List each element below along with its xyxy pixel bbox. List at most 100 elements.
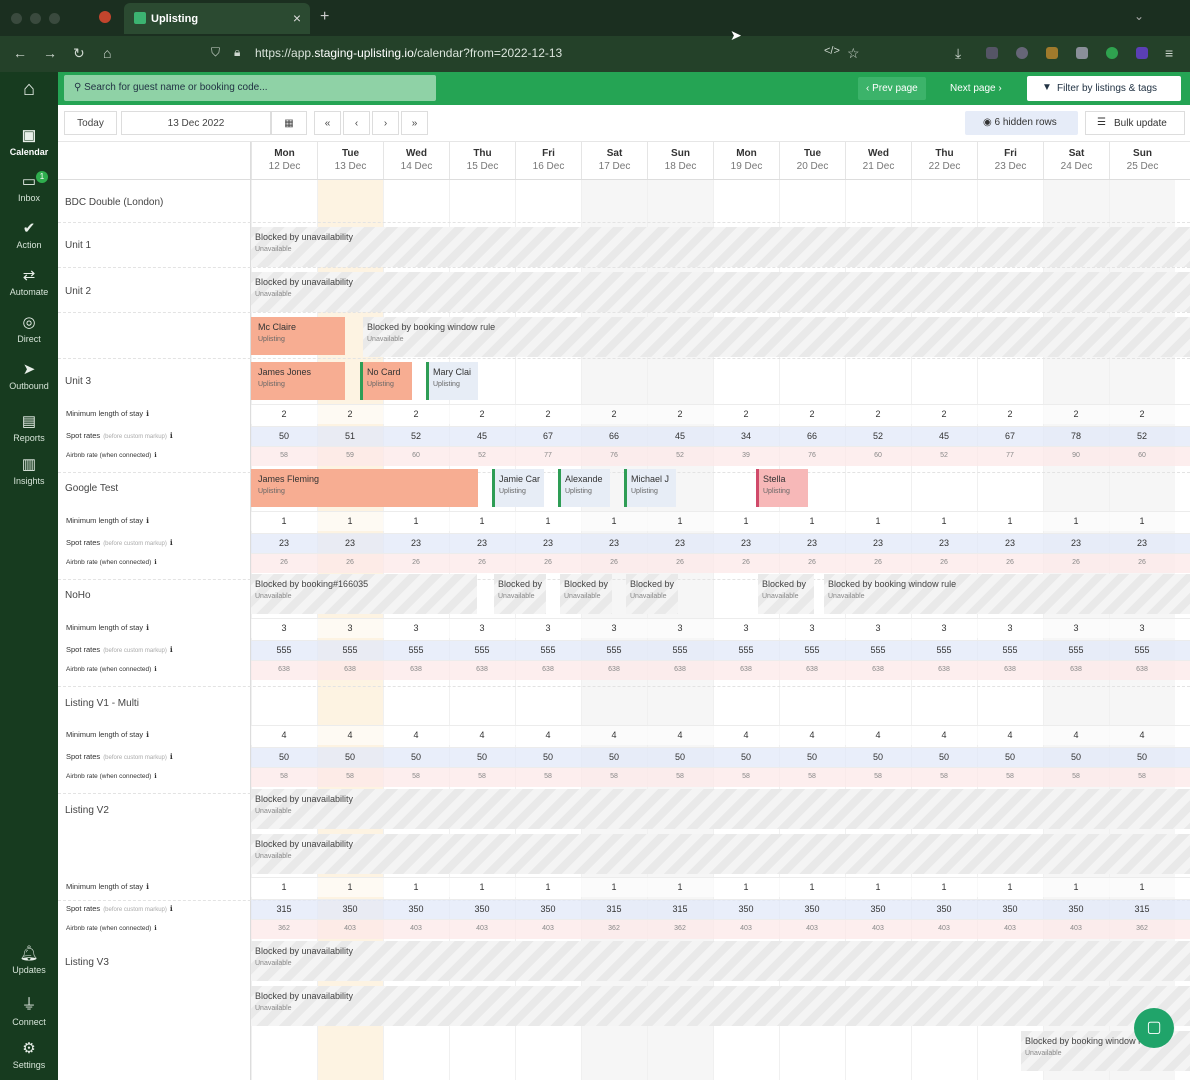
sidebar-item-calendar[interactable]: ▣ Calendar bbox=[0, 126, 58, 157]
spot-rate-cell[interactable]: 555 bbox=[581, 645, 647, 655]
uplisting-logo[interactable]: ⌂ bbox=[0, 78, 58, 104]
min-stay-cell[interactable]: 1 bbox=[383, 882, 449, 892]
spot-rate-cell[interactable]: 315 bbox=[647, 904, 713, 914]
extension-icon[interactable] bbox=[1046, 47, 1058, 59]
min-stay-cell[interactable]: 4 bbox=[581, 730, 647, 740]
listing-name[interactable]: Listing V3 bbox=[65, 957, 109, 968]
search-input[interactable]: ⚲ Search for guest name or booking code.… bbox=[64, 75, 436, 101]
spot-rate-cell[interactable]: 23 bbox=[383, 538, 449, 548]
spot-rate-cell[interactable]: 350 bbox=[317, 904, 383, 914]
booking-window-block[interactable]: Blocked by booking window rule Unavailabl… bbox=[824, 574, 1190, 614]
day-header[interactable]: Sun 25 Dec bbox=[1109, 142, 1175, 179]
spot-rate-cell[interactable]: 23 bbox=[515, 538, 581, 548]
min-stay-cell[interactable]: 1 bbox=[845, 516, 911, 526]
prev-week-button[interactable]: ‹ bbox=[343, 111, 370, 135]
browser-tab[interactable]: Uplisting × bbox=[124, 3, 310, 34]
min-stay-cell[interactable]: 1 bbox=[1109, 516, 1175, 526]
min-stay-cell[interactable]: 1 bbox=[647, 516, 713, 526]
day-header[interactable]: Tue 13 Dec bbox=[317, 142, 383, 179]
min-stay-cell[interactable]: 1 bbox=[581, 882, 647, 892]
listing-name[interactable]: NoHo bbox=[65, 590, 91, 601]
last-page-button[interactable]: » bbox=[401, 111, 428, 135]
info-icon[interactable]: ℹ bbox=[146, 882, 149, 891]
spot-rate-cell[interactable]: 50 bbox=[449, 752, 515, 762]
min-stay-cell[interactable]: 2 bbox=[911, 409, 977, 419]
info-icon[interactable]: ℹ bbox=[146, 730, 149, 739]
min-stay-cell[interactable]: 3 bbox=[713, 623, 779, 633]
min-stay-cell[interactable]: 3 bbox=[581, 623, 647, 633]
spot-rate-cell[interactable]: 350 bbox=[845, 904, 911, 914]
min-stay-cell[interactable]: 4 bbox=[911, 730, 977, 740]
spot-rate-cell[interactable]: 23 bbox=[647, 538, 713, 548]
min-stay-cell[interactable]: 1 bbox=[581, 516, 647, 526]
lock-icon[interactable]: 🔒︎ bbox=[234, 45, 240, 60]
blocked-segment[interactable]: Blocked by Unavailable bbox=[758, 574, 814, 614]
min-stay-cell[interactable]: 2 bbox=[581, 409, 647, 419]
day-header[interactable]: Wed 21 Dec bbox=[845, 142, 911, 179]
booking-bar[interactable]: Mary Clai Uplisting bbox=[426, 362, 478, 400]
spot-rate-cell[interactable]: 23 bbox=[977, 538, 1043, 548]
listing-name[interactable]: Unit 3 bbox=[65, 376, 91, 387]
filter-button[interactable]: ▼ Filter by listings & tags bbox=[1027, 76, 1181, 101]
min-stay-cell[interactable]: 3 bbox=[845, 623, 911, 633]
extension-icon[interactable] bbox=[1136, 47, 1148, 59]
spot-rate-cell[interactable]: 315 bbox=[251, 904, 317, 914]
spot-rate-cell[interactable]: 350 bbox=[713, 904, 779, 914]
min-stay-cell[interactable]: 4 bbox=[1109, 730, 1175, 740]
window-close-button[interactable] bbox=[11, 13, 22, 24]
min-stay-cell[interactable]: 3 bbox=[779, 623, 845, 633]
spot-rate-cell[interactable]: 23 bbox=[911, 538, 977, 548]
blocked-segment[interactable]: Blocked by Unavailable bbox=[626, 574, 678, 614]
min-stay-cell[interactable]: 3 bbox=[647, 623, 713, 633]
min-stay-cell[interactable]: 1 bbox=[449, 882, 515, 892]
min-stay-cell[interactable]: 1 bbox=[911, 882, 977, 892]
unavailability-block[interactable]: Blocked by unavailability Unavailable bbox=[251, 272, 1190, 312]
min-stay-cell[interactable]: 1 bbox=[779, 516, 845, 526]
spot-rate-cell[interactable]: 45 bbox=[647, 431, 713, 441]
day-header[interactable]: Wed 14 Dec bbox=[383, 142, 449, 179]
sidebar-item-action[interactable]: ✔ Action bbox=[0, 219, 58, 250]
min-stay-cell[interactable]: 4 bbox=[977, 730, 1043, 740]
day-header[interactable]: Fri 23 Dec bbox=[977, 142, 1043, 179]
date-field[interactable]: 13 Dec 2022 bbox=[121, 111, 271, 135]
booking-bar[interactable]: No Card Uplisting bbox=[360, 362, 412, 400]
listing-name[interactable]: Listing V2 bbox=[65, 805, 109, 816]
min-stay-cell[interactable]: 1 bbox=[1109, 882, 1175, 892]
spot-rate-cell[interactable]: 23 bbox=[251, 538, 317, 548]
menu-icon[interactable]: ≡ bbox=[1165, 45, 1173, 61]
spot-rate-cell[interactable]: 50 bbox=[515, 752, 581, 762]
min-stay-cell[interactable]: 1 bbox=[911, 516, 977, 526]
min-stay-cell[interactable]: 1 bbox=[1043, 516, 1109, 526]
spot-rate-cell[interactable]: 23 bbox=[1043, 538, 1109, 548]
booking-bar[interactable]: James Jones Uplisting bbox=[251, 362, 345, 400]
sidebar-item-outbound[interactable]: ➤ Outbound bbox=[0, 360, 58, 391]
sidebar-item-reports[interactable]: ▤ Reports bbox=[0, 412, 58, 443]
min-stay-cell[interactable]: 3 bbox=[1043, 623, 1109, 633]
spot-rate-cell[interactable]: 23 bbox=[581, 538, 647, 548]
spot-rate-cell[interactable]: 555 bbox=[251, 645, 317, 655]
min-stay-cell[interactable]: 4 bbox=[449, 730, 515, 740]
min-stay-cell[interactable]: 3 bbox=[383, 623, 449, 633]
min-stay-cell[interactable]: 2 bbox=[1109, 409, 1175, 419]
next-page-button[interactable]: Next page › bbox=[942, 77, 1010, 100]
listing-name[interactable]: Google Test bbox=[65, 483, 118, 494]
back-icon[interactable]: ← bbox=[13, 45, 27, 61]
day-header[interactable]: Fri 16 Dec bbox=[515, 142, 581, 179]
unavailability-block[interactable]: Blocked by unavailability Unavailable bbox=[251, 227, 1190, 267]
min-stay-cell[interactable]: 3 bbox=[449, 623, 515, 633]
min-stay-cell[interactable]: 1 bbox=[977, 882, 1043, 892]
min-stay-cell[interactable]: 2 bbox=[251, 409, 317, 419]
spot-rate-cell[interactable]: 45 bbox=[911, 431, 977, 441]
info-icon[interactable]: ℹ bbox=[170, 645, 173, 654]
spot-rate-cell[interactable]: 52 bbox=[1109, 431, 1175, 441]
sidebar-item-inbox[interactable]: ▭ 1 Inbox bbox=[0, 171, 58, 203]
extension-icon[interactable] bbox=[1016, 47, 1028, 59]
info-icon[interactable]: ℹ bbox=[170, 904, 173, 913]
min-stay-cell[interactable]: 1 bbox=[251, 516, 317, 526]
spot-rate-cell[interactable]: 23 bbox=[1109, 538, 1175, 548]
booking-bar[interactable]: Alexande Uplisting bbox=[558, 469, 610, 507]
min-stay-cell[interactable]: 3 bbox=[317, 623, 383, 633]
min-stay-cell[interactable]: 1 bbox=[383, 516, 449, 526]
min-stay-cell[interactable]: 1 bbox=[515, 882, 581, 892]
spot-rate-cell[interactable]: 50 bbox=[251, 431, 317, 441]
